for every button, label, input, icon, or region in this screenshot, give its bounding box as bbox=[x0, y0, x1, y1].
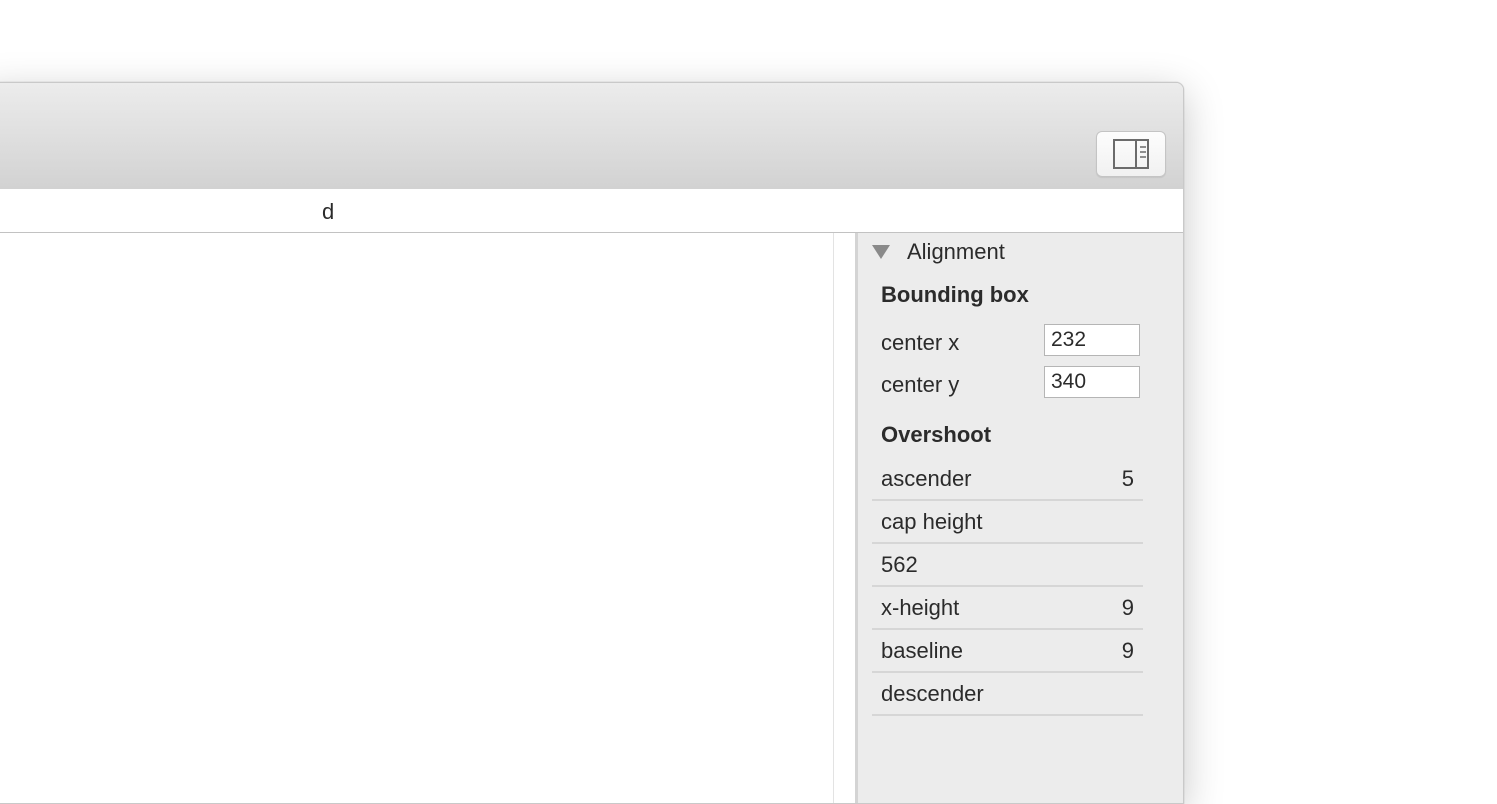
title-bar bbox=[0, 83, 1183, 190]
overshoot-row-label: ascender bbox=[881, 466, 972, 491]
overshoot-row-value: 9 bbox=[1121, 595, 1134, 620]
glyph-canvas[interactable] bbox=[0, 233, 834, 803]
overshoot-row-label: 562 bbox=[881, 552, 918, 577]
overshoot-row-cap-height[interactable]: cap height bbox=[872, 501, 1143, 544]
overshoot-heading: Overshoot bbox=[881, 422, 992, 447]
center-y-label: center y bbox=[881, 372, 960, 397]
overshoot-row-label: descender bbox=[881, 681, 984, 706]
bounding-box-heading: Bounding box bbox=[881, 282, 1029, 307]
alignment-title: Alignment bbox=[907, 239, 1005, 264]
overshoot-row-descender[interactable]: descender bbox=[872, 673, 1143, 716]
alignment-panel: Alignment Bounding box center x center y… bbox=[855, 233, 1183, 803]
disclosure-triangle-icon[interactable] bbox=[872, 245, 890, 259]
overshoot-row-ascender[interactable]: ascender 5 bbox=[872, 458, 1143, 501]
sidebar-toggle-icon bbox=[1113, 139, 1149, 169]
overshoot-row-value: 9 bbox=[1121, 638, 1134, 663]
center-y-input[interactable] bbox=[1044, 366, 1140, 398]
center-x-label: center x bbox=[881, 330, 960, 355]
app-window: d Alignment Bounding box center x center… bbox=[0, 82, 1184, 804]
overshoot-row-cap-height-value[interactable]: 562 bbox=[872, 544, 1143, 587]
overshoot-row-baseline[interactable]: baseline 9 bbox=[872, 630, 1143, 673]
overshoot-list: ascender 5 cap height 562 x-height 9 bas… bbox=[872, 458, 1143, 716]
toggle-sidebar-button[interactable] bbox=[1096, 131, 1166, 177]
tab-bar: d bbox=[0, 189, 1183, 233]
alignment-section-header[interactable]: Alignment bbox=[872, 237, 1005, 267]
overshoot-row-label: x-height bbox=[881, 595, 960, 620]
tab-glyph-d[interactable]: d bbox=[322, 199, 334, 225]
overshoot-row-label: baseline bbox=[881, 638, 963, 663]
overshoot-row-value: 5 bbox=[1121, 466, 1134, 491]
canvas-divider bbox=[833, 233, 834, 803]
overshoot-row-x-height[interactable]: x-height 9 bbox=[872, 587, 1143, 630]
center-x-input[interactable] bbox=[1044, 324, 1140, 356]
overshoot-row-label: cap height bbox=[881, 509, 983, 534]
